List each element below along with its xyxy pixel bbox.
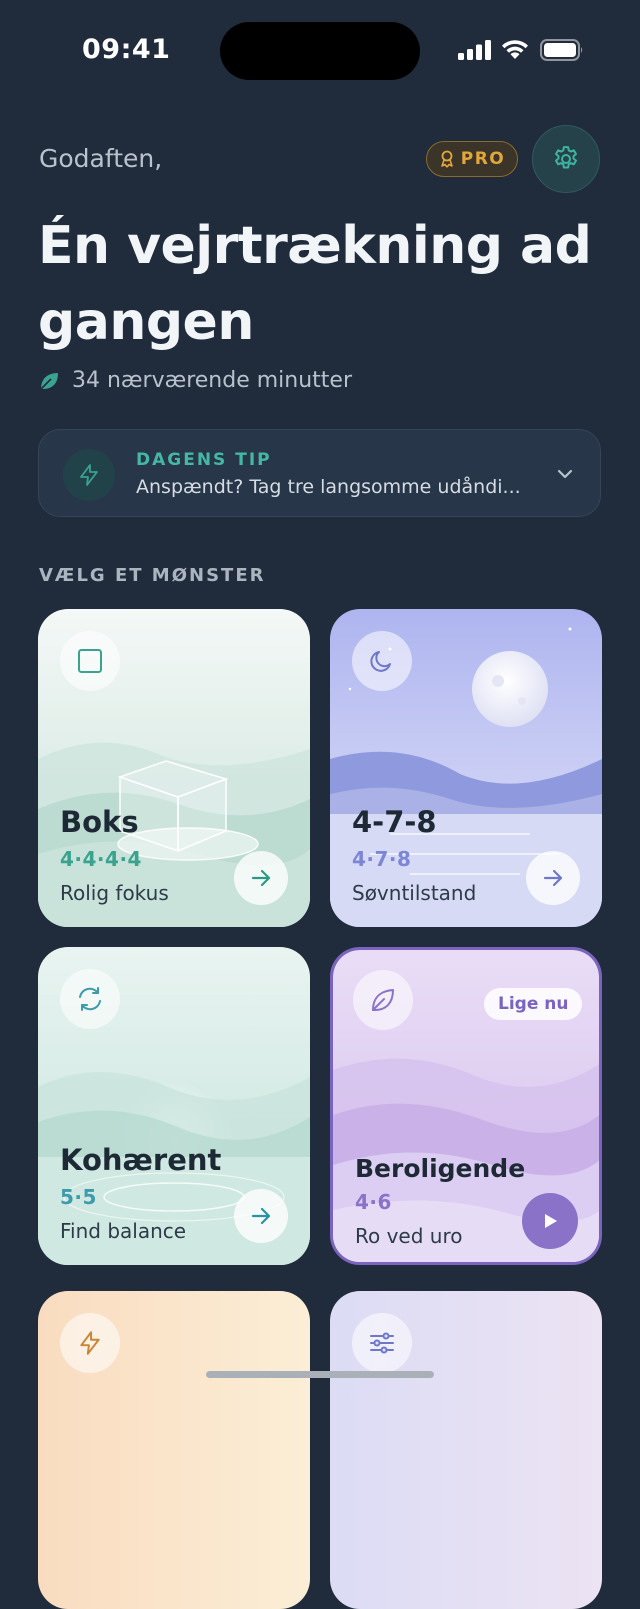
mindful-minutes-text: 34 nærværende minutter (72, 368, 352, 393)
home-indicator[interactable] (206, 1371, 434, 1378)
card-title: Beroligende (355, 1154, 526, 1183)
sliders-icon (370, 1332, 394, 1354)
tip-title: DAGENS TIP (136, 450, 272, 470)
wifi-icon (502, 40, 528, 59)
card-icon-circle (60, 631, 120, 691)
pattern-card-koherent[interactable]: Kohærent 5·5 Find balance (38, 947, 310, 1265)
card-icon-circle (352, 631, 412, 691)
card-pattern: 5·5 (60, 1185, 97, 1209)
status-bar: 09:41 (0, 0, 640, 100)
leaf-icon (40, 372, 58, 390)
battery-icon (540, 39, 583, 61)
pattern-card-beroligende[interactable]: Lige nu Beroligende 4·6 Ro ved uro (330, 947, 602, 1265)
status-time: 09:41 (82, 34, 171, 65)
card-icon-circle (352, 1313, 412, 1373)
card-icon-circle (60, 969, 120, 1029)
card-title: Boks (60, 805, 139, 839)
card-title: 4-7-8 (352, 805, 437, 839)
square-icon (78, 649, 102, 673)
mindful-minutes: 34 nærværende minutter (38, 368, 352, 393)
card-subtitle: Find balance (60, 1219, 187, 1243)
refresh-icon (79, 987, 101, 1011)
open-pattern-button[interactable] (234, 1189, 288, 1243)
arrow-right-icon (251, 1207, 271, 1225)
now-badge-label: Lige nu (498, 994, 569, 1014)
lightning-icon (80, 1331, 100, 1355)
open-pattern-button[interactable] (526, 851, 580, 905)
pattern-card-boks[interactable]: Boks 4·4·4·4 Rolig fokus (38, 609, 310, 927)
chevron-down-icon[interactable] (554, 463, 576, 485)
daily-tip-card[interactable]: DAGENS TIP Anspændt? Tag tre langsomme u… (38, 429, 601, 517)
dynamic-island (220, 22, 420, 80)
cellular-signal-icon (458, 40, 491, 60)
card-pattern: 4·7·8 (352, 847, 412, 871)
leaf-icon (372, 989, 394, 1011)
card-subtitle: Ro ved uro (355, 1224, 463, 1248)
card-subtitle: Søvntilstand (352, 881, 477, 905)
gear-icon (555, 146, 577, 169)
tip-text: Anspændt? Tag tre langsomme udåndi... (136, 476, 521, 498)
arrow-right-icon (251, 869, 271, 887)
card-title: Kohærent (60, 1143, 222, 1177)
card-icon-circle (353, 970, 413, 1030)
settings-button[interactable] (532, 125, 600, 193)
greeting-text: Godaften, (39, 144, 163, 173)
section-label: VÆLG ET MØNSTER (39, 565, 266, 586)
pattern-card-478[interactable]: 4-7-8 4·7·8 Søvntilstand (330, 609, 602, 927)
pattern-card-energy[interactable] (38, 1291, 310, 1609)
moon-icon (370, 651, 391, 672)
pro-badge[interactable]: PRO (426, 141, 518, 177)
play-button[interactable] (522, 1193, 578, 1249)
award-icon (440, 150, 453, 168)
card-pattern: 4·4·4·4 (60, 847, 142, 871)
tip-icon-circle (63, 449, 115, 501)
card-pattern: 4·6 (355, 1190, 392, 1214)
card-icon-circle (60, 1313, 120, 1373)
card-subtitle: Rolig fokus (60, 881, 169, 905)
now-badge: Lige nu (484, 988, 583, 1020)
open-pattern-button[interactable] (234, 851, 288, 905)
lightning-icon (80, 464, 98, 486)
pattern-card-custom[interactable] (330, 1291, 602, 1609)
play-icon (545, 1214, 557, 1228)
page-title: Én vejrtrækning ad gangen (38, 216, 592, 352)
arrow-right-icon (543, 869, 563, 887)
pro-badge-label: PRO (460, 149, 506, 169)
